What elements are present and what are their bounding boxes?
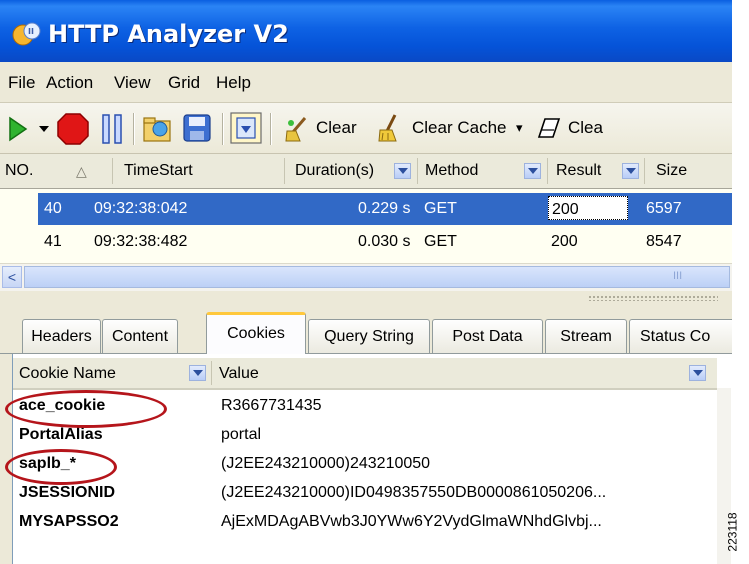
cookie-value: R3667731435: [221, 397, 322, 414]
cell-no: 40: [44, 200, 62, 217]
filter-icon[interactable]: [230, 112, 262, 144]
column-no[interactable]: NO.: [5, 162, 33, 180]
window-title: HTTP Analyzer V2: [48, 20, 289, 48]
cookie-name: JSESSIONID: [19, 484, 116, 501]
table-row[interactable]: 41 09:32:38:482 0.030 s GET 200 8547: [38, 226, 732, 258]
cell-result: 200: [551, 233, 578, 250]
cookie-name: MYSAPSSO2: [19, 513, 119, 530]
column-method[interactable]: Method: [425, 162, 478, 180]
tab-headers[interactable]: Headers: [22, 319, 101, 353]
column-duration[interactable]: Duration(s): [295, 162, 374, 180]
cookies-table: Cookie Name Value ace_cookie R3667731435…: [5, 354, 732, 564]
cell-method: GET: [424, 200, 457, 217]
cookie-row[interactable]: saplb_* (J2EE243210000)243210050: [13, 450, 723, 479]
grid-horizontal-scrollbar[interactable]: < III: [0, 263, 732, 291]
cell-no: 41: [44, 233, 62, 250]
tab-stream[interactable]: Stream: [545, 319, 627, 353]
cookie-value: AjExMDAgABVwb3J0YWw6Y2VydGlmaWNhdGlvbj..…: [221, 513, 602, 530]
tab-cookies[interactable]: Cookies: [206, 312, 306, 354]
cell-duration: 0.229 s: [358, 200, 411, 217]
column-timestart[interactable]: TimeStart: [124, 162, 193, 180]
cell-timestart: 09:32:38:482: [94, 233, 188, 250]
column-result[interactable]: Result: [556, 162, 601, 180]
tab-query-string[interactable]: Query String: [308, 319, 430, 353]
pane-splitter[interactable]: [0, 291, 732, 311]
svg-text:II: II: [28, 27, 34, 36]
save-icon[interactable]: [182, 113, 212, 143]
method-filter-dropdown-icon[interactable]: [524, 163, 541, 179]
column-value[interactable]: Value: [219, 365, 259, 383]
toolbar-separator: [133, 113, 135, 145]
cookie-row[interactable]: MYSAPSSO2 AjExMDAgABVwb3J0YWw6Y2VydGlmaW…: [13, 508, 723, 537]
cookie-name-filter-dropdown-icon[interactable]: [189, 365, 206, 381]
grid-header: NO. △ TimeStart Duration(s) Method Resul…: [0, 154, 732, 189]
toolbar-separator: [222, 113, 224, 145]
menu-grid[interactable]: Grid: [168, 73, 200, 93]
open-folder-icon[interactable]: [142, 113, 174, 143]
highlight-ellipse-ace-cookie: [5, 390, 167, 428]
column-size[interactable]: Size: [656, 162, 687, 180]
value-filter-dropdown-icon[interactable]: [689, 365, 706, 381]
result-filter-dropdown-icon[interactable]: [622, 163, 639, 179]
request-grid: 40 09:32:38:042 0.229 s GET 200 6597 41 …: [0, 189, 732, 263]
column-cookie-name[interactable]: Cookie Name: [19, 365, 116, 383]
cell-size: 8547: [646, 233, 682, 250]
highlight-ellipse-saplb: [5, 449, 117, 485]
play-icon[interactable]: [8, 116, 28, 142]
clear-other-button-label[interactable]: Clea: [568, 118, 603, 138]
column-separator[interactable]: [284, 158, 285, 184]
http-analyzer-app-icon: II: [12, 22, 41, 46]
menu-view[interactable]: View: [114, 73, 151, 93]
menu-file[interactable]: File: [8, 73, 35, 93]
menu-help[interactable]: Help: [216, 73, 251, 93]
column-separator[interactable]: [547, 158, 548, 184]
sort-indicator-icon: △: [76, 163, 87, 179]
tab-content[interactable]: Content: [102, 319, 178, 353]
clear-cache-button-label[interactable]: Clear Cache: [412, 118, 507, 138]
scroll-thumb[interactable]: III: [24, 266, 730, 288]
column-separator[interactable]: [112, 158, 113, 184]
clear-cache-icon[interactable]: [377, 113, 401, 143]
cell-method: GET: [424, 233, 457, 250]
scroll-thumb-grip: III: [673, 270, 683, 282]
clear-button-label[interactable]: Clear: [316, 118, 357, 138]
cell-duration: 0.030 s: [358, 233, 411, 250]
eraser-icon[interactable]: [537, 117, 561, 139]
cookie-name: PortalAlias: [19, 426, 103, 443]
column-separator[interactable]: [644, 158, 645, 184]
figure-id-text: 223118: [725, 512, 740, 552]
pause-icon[interactable]: [100, 113, 124, 145]
cell-size: 6597: [646, 200, 682, 217]
cookie-value: portal: [221, 426, 262, 443]
column-separator[interactable]: [417, 158, 418, 184]
menu-bar: File Action View Grid Help: [0, 62, 732, 103]
cell-result[interactable]: 200: [548, 196, 628, 220]
detail-tab-strip: Headers Content Cookies Query String Pos…: [0, 311, 732, 354]
cell-timestart: 09:32:38:042: [94, 200, 188, 217]
scroll-left-button[interactable]: <: [2, 266, 22, 288]
column-separator[interactable]: [211, 361, 212, 385]
cookie-value: (J2EE243210000)243210050: [221, 455, 431, 472]
record-stop-icon[interactable]: [56, 112, 90, 146]
chevron-down-icon[interactable]: [38, 125, 50, 133]
toolbar-separator: [270, 113, 272, 145]
tab-status-code[interactable]: Status Co: [629, 319, 732, 353]
cookie-row[interactable]: JSESSIONID (J2EE243210000)ID0498357550DB…: [13, 479, 723, 508]
clear-broom-icon[interactable]: [283, 115, 311, 143]
app-window: II HTTP Analyzer V2 File Action View Gri…: [0, 0, 732, 564]
cookie-value: (J2EE243210000)ID0498357550DB00008610502…: [221, 484, 607, 501]
cookies-table-header: Cookie Name Value: [13, 358, 717, 390]
table-row[interactable]: 40 09:32:38:042 0.229 s GET 200 6597: [38, 193, 732, 225]
toolbar: Clear Clear Cache ▾ Clea: [0, 103, 732, 154]
splitter-grip[interactable]: [588, 295, 718, 301]
menu-action[interactable]: Action: [46, 73, 93, 93]
title-bar: II HTTP Analyzer V2: [0, 0, 732, 62]
figure-id-label: 223118: [726, 505, 749, 561]
clear-cache-dropdown-arrow[interactable]: ▾: [516, 120, 523, 136]
duration-filter-dropdown-icon[interactable]: [394, 163, 411, 179]
tab-post-data[interactable]: Post Data: [432, 319, 543, 353]
